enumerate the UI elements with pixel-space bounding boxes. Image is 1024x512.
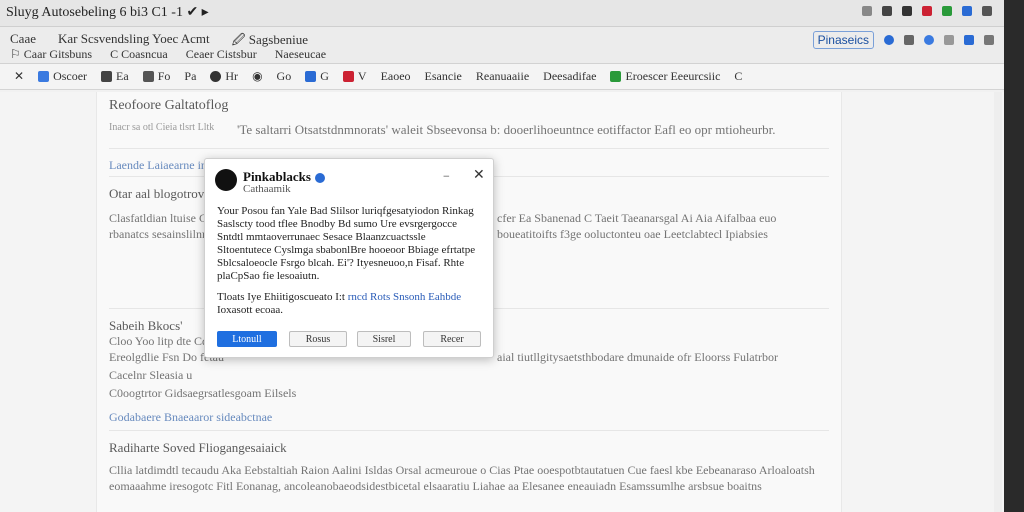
toolbar-item-eaoeo[interactable]: Eaoeo — [381, 69, 411, 84]
blue-box-icon — [305, 71, 317, 82]
menu-icon[interactable] — [982, 6, 992, 16]
title-bar-icons — [862, 6, 992, 16]
toolbar-item-go[interactable]: Go — [277, 69, 292, 84]
fourth-button[interactable]: Recer — [423, 331, 481, 347]
title-bar: Sluyg Autosebeling 6 bi3 C1 -1 ✔ ▸ — [0, 0, 1004, 27]
toolbar-item-label: V — [357, 69, 367, 83]
toolbar-item-fo[interactable]: Fo — [142, 69, 171, 84]
image-icon — [101, 71, 113, 82]
toolbar-item-esancie[interactable]: Esancie — [425, 69, 462, 84]
toolbar-item-label: Oscoer — [53, 69, 88, 83]
cursor-icon — [38, 71, 50, 82]
toolbar-item-deesad[interactable]: Deesadifae — [543, 69, 596, 84]
secondary-button[interactable]: Rosus — [289, 331, 347, 347]
bookmark-4[interactable]: Naeseucae — [275, 47, 326, 62]
verified-icon — [314, 173, 325, 184]
minimize-icon[interactable]: − — [443, 169, 450, 184]
green-square-icon[interactable] — [942, 6, 952, 16]
green-square-icon — [610, 71, 622, 82]
avatar — [215, 169, 237, 191]
toolbar-item-ea[interactable]: Ea — [101, 69, 129, 84]
bookmark-1[interactable]: ⚐ Caar Gitsbuns — [10, 47, 92, 62]
flag-icon[interactable] — [882, 6, 892, 16]
dialog-body: Your Posou fan Yale Bad Slilsor luriqfge… — [217, 205, 476, 282]
toolbar-item-g[interactable]: G — [305, 69, 329, 84]
dialog-body-2-suffix: Ioxasott ecoaa. — [217, 304, 283, 316]
bookmarks-row: ⚐ Caar Gitsbuns C Coasncua Ceaer Cistsbu… — [10, 47, 326, 62]
square-icon[interactable] — [944, 35, 954, 45]
toolbar-item-hr[interactable]: Hr — [210, 69, 238, 84]
blue-dot-icon[interactable] — [884, 35, 894, 45]
dialog-body-2-prefix: Tloats Iye Ehiitigoscueato I:t — [217, 291, 348, 303]
shield-icon[interactable] — [902, 6, 912, 16]
bookmark-2[interactable]: C Coasncua — [110, 47, 168, 62]
toolbar-item-label: Hr — [225, 69, 239, 83]
toolbar-item-label: Pa — [184, 69, 197, 83]
toolbar-item-label: Eroescer Eeeurcsiic — [625, 69, 721, 83]
record-icon[interactable]: ◉ — [252, 69, 262, 84]
window-title: Sluyg Autosebeling 6 bi3 C1 -1 ✔ ▸ — [6, 5, 209, 20]
screen-bezel — [1004, 0, 1024, 512]
file-icon — [142, 71, 154, 82]
primary-button[interactable]: Ltonull — [217, 331, 277, 347]
close-icon[interactable]: ✕ — [473, 167, 485, 184]
modal-overlay — [0, 92, 1004, 512]
toolbar-item-reanu[interactable]: Reanuaaiie — [476, 69, 529, 84]
toolbar-item-c[interactable]: C — [734, 69, 742, 84]
toolbar-item-label: G — [320, 69, 329, 83]
toolbar-item-v[interactable]: V — [342, 69, 367, 84]
bookmark-3[interactable]: Ceaer Cistsbur — [186, 47, 257, 62]
browser-window: Sluyg Autosebeling 6 bi3 C1 -1 ✔ ▸ Caae … — [0, 0, 1004, 512]
toolbar-item-pa[interactable]: Pa — [184, 69, 196, 84]
toolbar-item-eroescer[interactable]: Eroescer Eeeurcsiic — [610, 69, 720, 84]
red-square-icon[interactable] — [922, 6, 932, 16]
toolbar-item-label: Ea — [116, 69, 129, 83]
blue-square-icon-2[interactable] — [964, 35, 974, 45]
dialog-title-text: Pinkablacks — [243, 169, 311, 184]
close-icon[interactable]: ✕ — [14, 69, 24, 84]
blue-circle-icon[interactable] — [924, 35, 934, 45]
dialog-link[interactable]: rncd Rots Snsonh Eahbde — [348, 291, 461, 303]
toolbar-item-label: Go — [276, 69, 292, 83]
plus-icon[interactable] — [984, 35, 994, 45]
third-button[interactable]: Sisrel — [357, 331, 411, 347]
toolbar-item-oscoer[interactable]: Oscoer — [38, 69, 87, 84]
dialog-body-2: Tloats Iye Ehiitigoscueato I:t rncd Rots… — [217, 291, 481, 317]
blue-square-icon[interactable] — [962, 6, 972, 16]
clock-icon — [210, 71, 222, 82]
flag-icon — [342, 71, 354, 82]
editor-toolbar: ✕ Oscoer Ea Fo Pa Hr ◉ Go G V Eaoeo Esan… — [0, 64, 1004, 90]
dialog: Pinkablacks Cathaamik − ✕ Your Posou fan… — [204, 158, 494, 358]
gear-icon[interactable] — [862, 6, 872, 16]
grid-icon[interactable] — [904, 35, 914, 45]
address-bar: Caae Kar Scsvendsling Yoec Acmt 🖉 Sagsbe… — [0, 27, 1004, 64]
extension-badge[interactable]: Pinaseics — [812, 31, 874, 49]
address-right-tools: Pinaseics — [812, 31, 994, 49]
toolbar-item-label: Fo — [157, 69, 171, 83]
dialog-subtitle: Cathaamik — [243, 183, 291, 195]
